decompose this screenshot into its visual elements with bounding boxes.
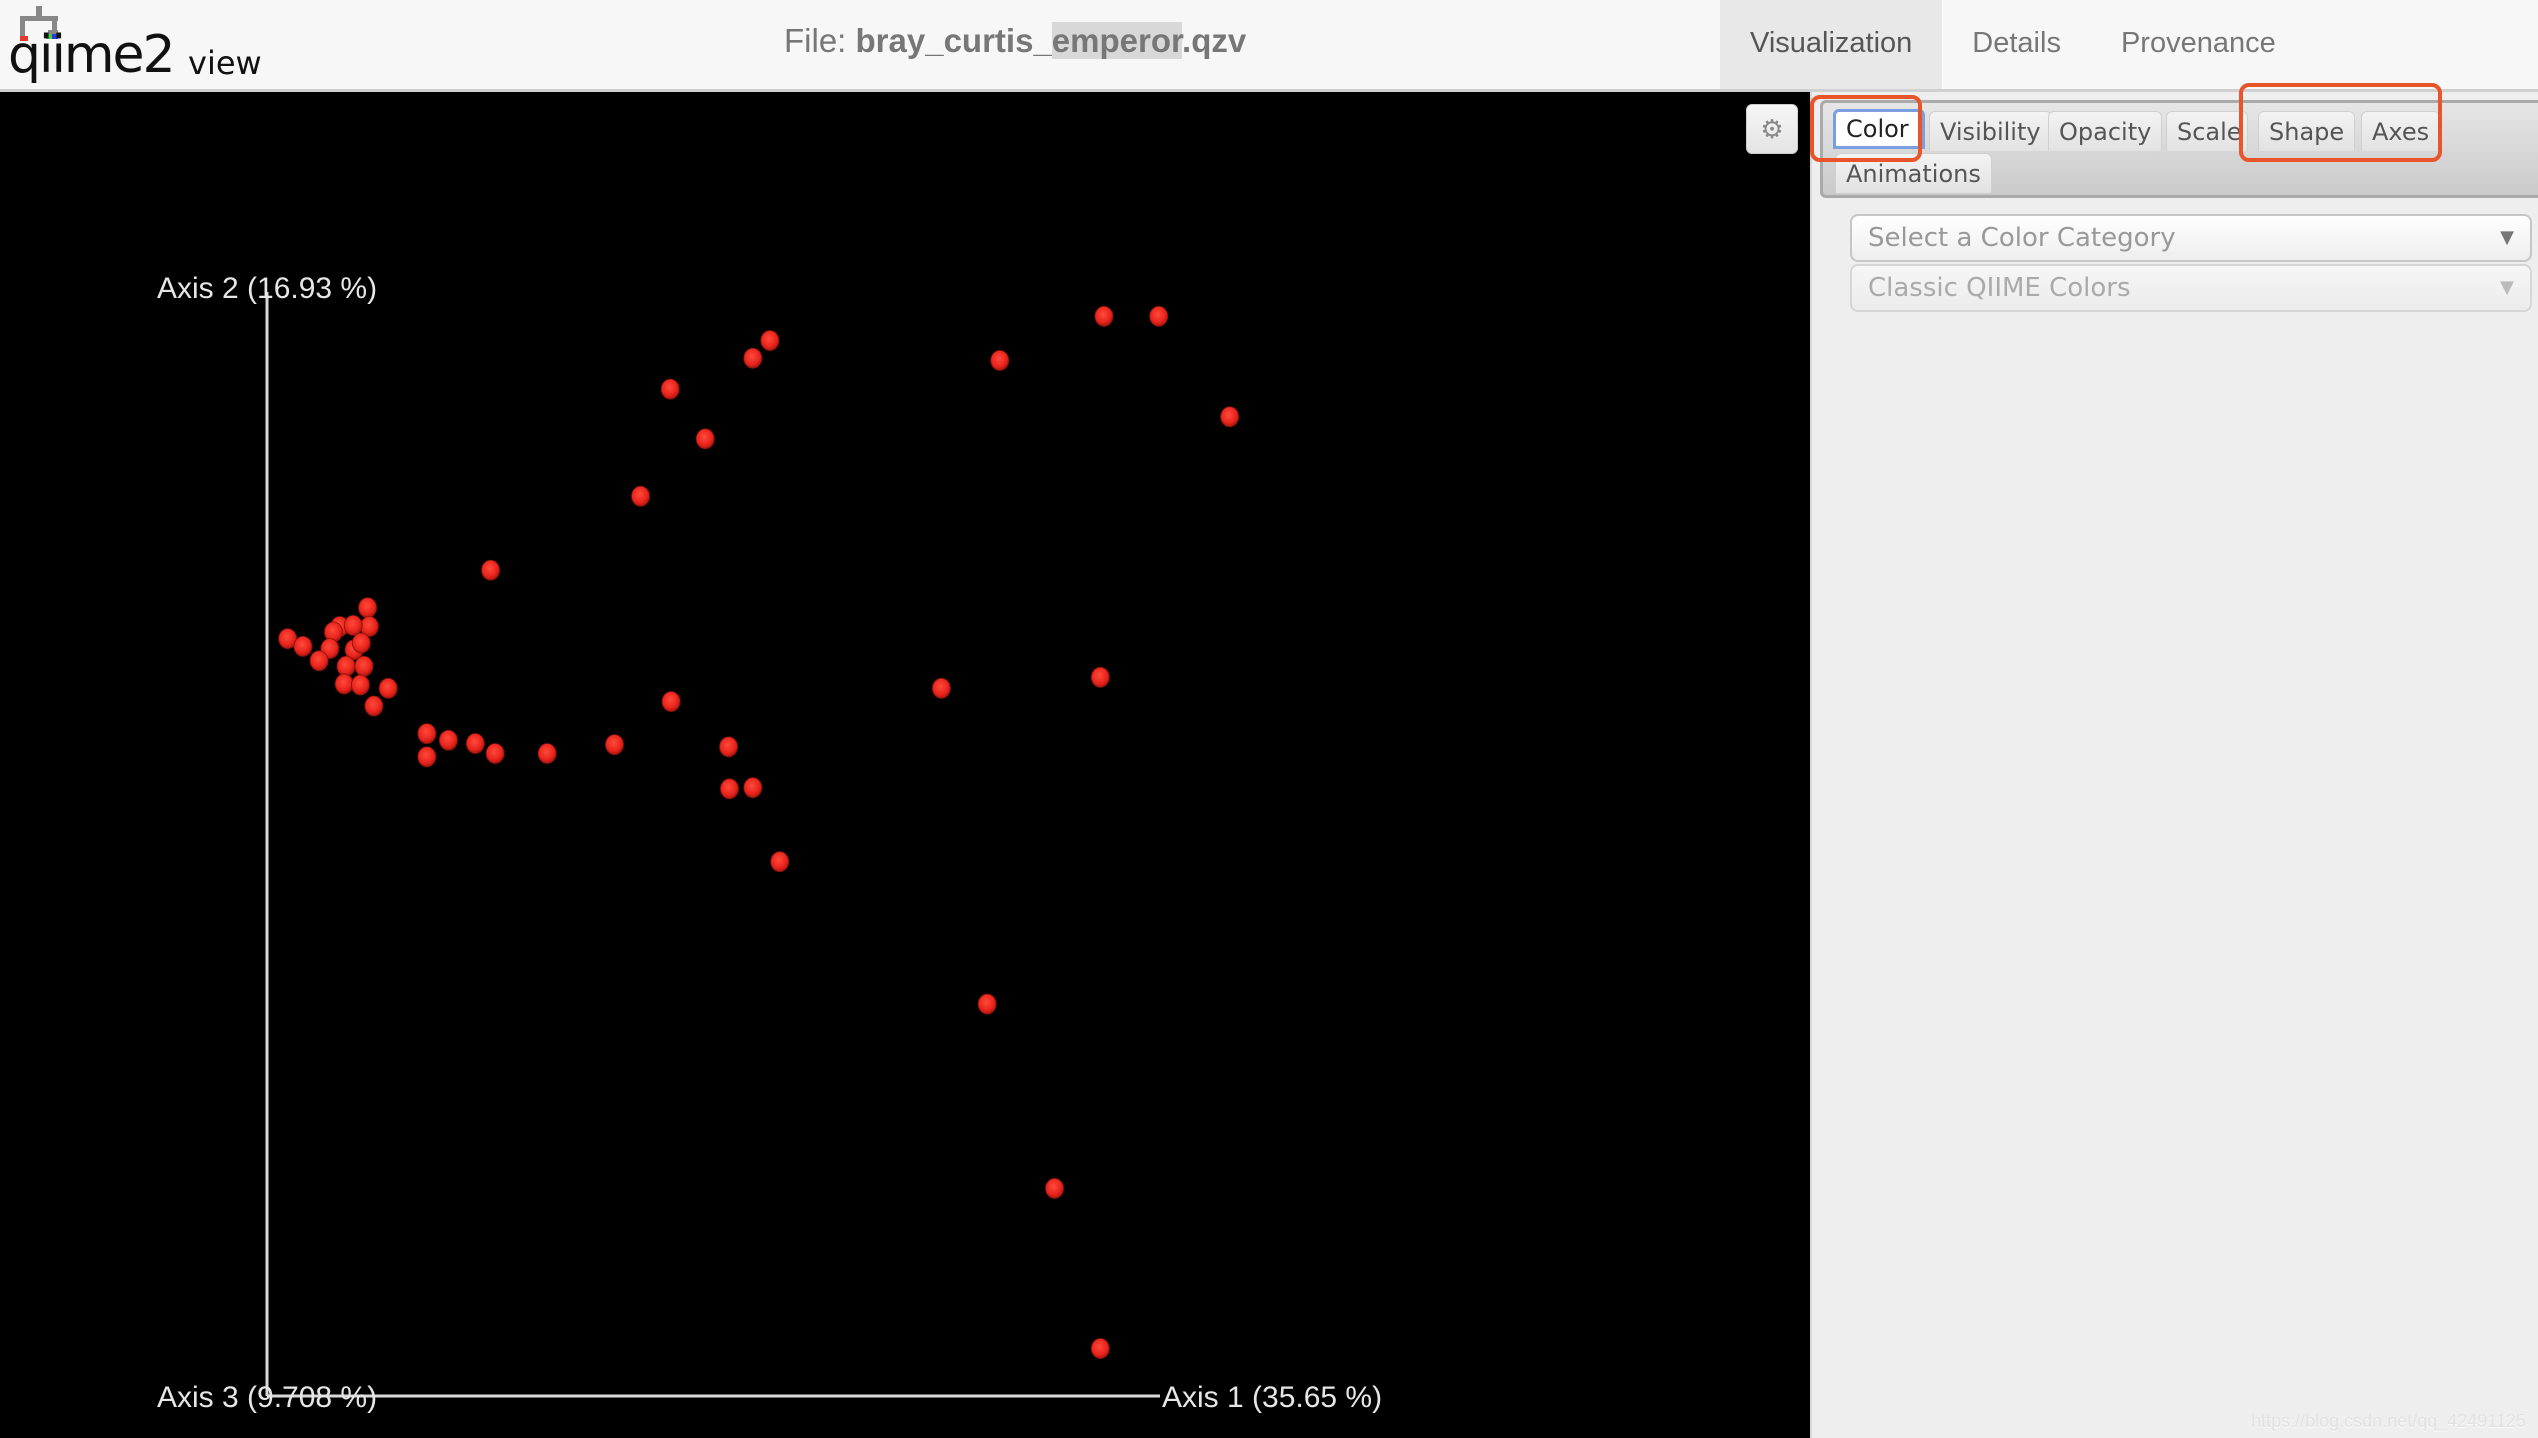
- sample-point[interactable]: [358, 597, 377, 619]
- sample-point[interactable]: [719, 736, 738, 758]
- sample-point[interactable]: [1149, 305, 1169, 327]
- sample-point[interactable]: [378, 677, 398, 699]
- file-name: bray_curtis_emperor.qzv: [855, 22, 1247, 59]
- settings-button[interactable]: ⚙: [1746, 104, 1798, 154]
- sample-point[interactable]: [1090, 1338, 1110, 1359]
- axis-1-label: Axis 1 (35.65 %): [1162, 1381, 1382, 1414]
- emperor-3d-plot[interactable]: Axis 2 (16.93 %) Axis 3 (9.708 %) Axis 1…: [0, 92, 1810, 1438]
- points-layer: [278, 305, 1240, 1359]
- sample-point[interactable]: [695, 428, 715, 450]
- sample-point[interactable]: [417, 723, 437, 744]
- tab-shape[interactable]: Shape: [2258, 111, 2356, 151]
- watermark: https://blog.csdn.net/qq_42491125: [2251, 1411, 2526, 1431]
- sample-point[interactable]: [438, 729, 458, 751]
- sample-point[interactable]: [743, 347, 763, 369]
- scatter-canvas[interactable]: Axis 2 (16.93 %) Axis 3 (9.708 %) Axis 1…: [0, 92, 1810, 1438]
- tab-visibility[interactable]: Visibility: [1929, 111, 2052, 151]
- sample-point[interactable]: [743, 777, 763, 799]
- sample-point[interactable]: [661, 691, 681, 712]
- sample-point[interactable]: [770, 851, 790, 873]
- logo-suffix: view: [188, 44, 262, 82]
- controls-panel: Color Visibility Opacity Scale Shape Axe…: [1810, 83, 2538, 1438]
- sample-point[interactable]: [334, 673, 354, 695]
- sample-point[interactable]: [720, 778, 739, 800]
- app-header: qiime2view qiime2 view File: bray_curtis…: [0, 0, 2538, 92]
- colormap-select[interactable]: Classic QIIME Colors ▼: [1850, 264, 2532, 312]
- axis-3-label: Axis 3 (9.708 %): [157, 1381, 377, 1414]
- gear-icon: ⚙: [1760, 113, 1784, 144]
- sample-point[interactable]: [485, 743, 505, 764]
- sample-point[interactable]: [1220, 406, 1240, 428]
- tab-axes[interactable]: Axes: [2361, 111, 2441, 151]
- tab-visualization[interactable]: Visualization: [1720, 0, 1943, 89]
- sample-point[interactable]: [977, 993, 997, 1015]
- tab-color[interactable]: Color: [1833, 109, 1925, 149]
- sample-point[interactable]: [336, 655, 356, 677]
- control-tabs: Color Visibility Opacity Scale Shape Axe…: [1820, 100, 2538, 198]
- axis-2-label: Axis 2 (16.93 %): [157, 272, 377, 305]
- sample-point[interactable]: [351, 632, 371, 654]
- tab-opacity[interactable]: Opacity: [2048, 111, 2163, 151]
- sample-point[interactable]: [417, 746, 437, 768]
- sample-point[interactable]: [605, 734, 624, 756]
- chevron-down-icon: ▼: [2500, 277, 2514, 298]
- sample-point[interactable]: [660, 378, 680, 400]
- file-title: File: bray_curtis_emperor.qzv: [784, 22, 1246, 60]
- sample-point[interactable]: [309, 650, 329, 672]
- sample-point[interactable]: [537, 743, 557, 764]
- sample-point[interactable]: [364, 695, 384, 717]
- sample-point[interactable]: [760, 330, 780, 351]
- tab-provenance[interactable]: Provenance: [2091, 0, 2306, 89]
- qiime2view-logo[interactable]: qiime2view qiime2 view: [8, 4, 268, 84]
- sample-point[interactable]: [1045, 1178, 1064, 1199]
- sample-point[interactable]: [1090, 666, 1110, 688]
- chevron-down-icon: ▼: [2500, 227, 2514, 248]
- sample-point[interactable]: [631, 485, 650, 507]
- tab-animations[interactable]: Animations: [1835, 153, 1992, 193]
- selected-text: emperor: [1051, 22, 1183, 59]
- sample-point[interactable]: [350, 674, 370, 696]
- sample-point[interactable]: [931, 677, 951, 699]
- tab-details[interactable]: Details: [1942, 0, 2091, 89]
- sample-point[interactable]: [293, 635, 313, 657]
- sample-point[interactable]: [354, 655, 374, 677]
- sample-point[interactable]: [1094, 305, 1114, 327]
- view-tabs: Visualization Details Provenance: [1720, 0, 2306, 89]
- file-label: File:: [784, 22, 847, 59]
- sample-point[interactable]: [990, 350, 1010, 371]
- sample-point[interactable]: [343, 615, 363, 636]
- sample-point[interactable]: [465, 733, 485, 754]
- logo-wordmark: qiime2: [8, 25, 174, 84]
- tab-scale[interactable]: Scale: [2166, 111, 2248, 151]
- color-category-select[interactable]: Select a Color Category ▼: [1850, 214, 2532, 262]
- sample-point[interactable]: [481, 559, 501, 581]
